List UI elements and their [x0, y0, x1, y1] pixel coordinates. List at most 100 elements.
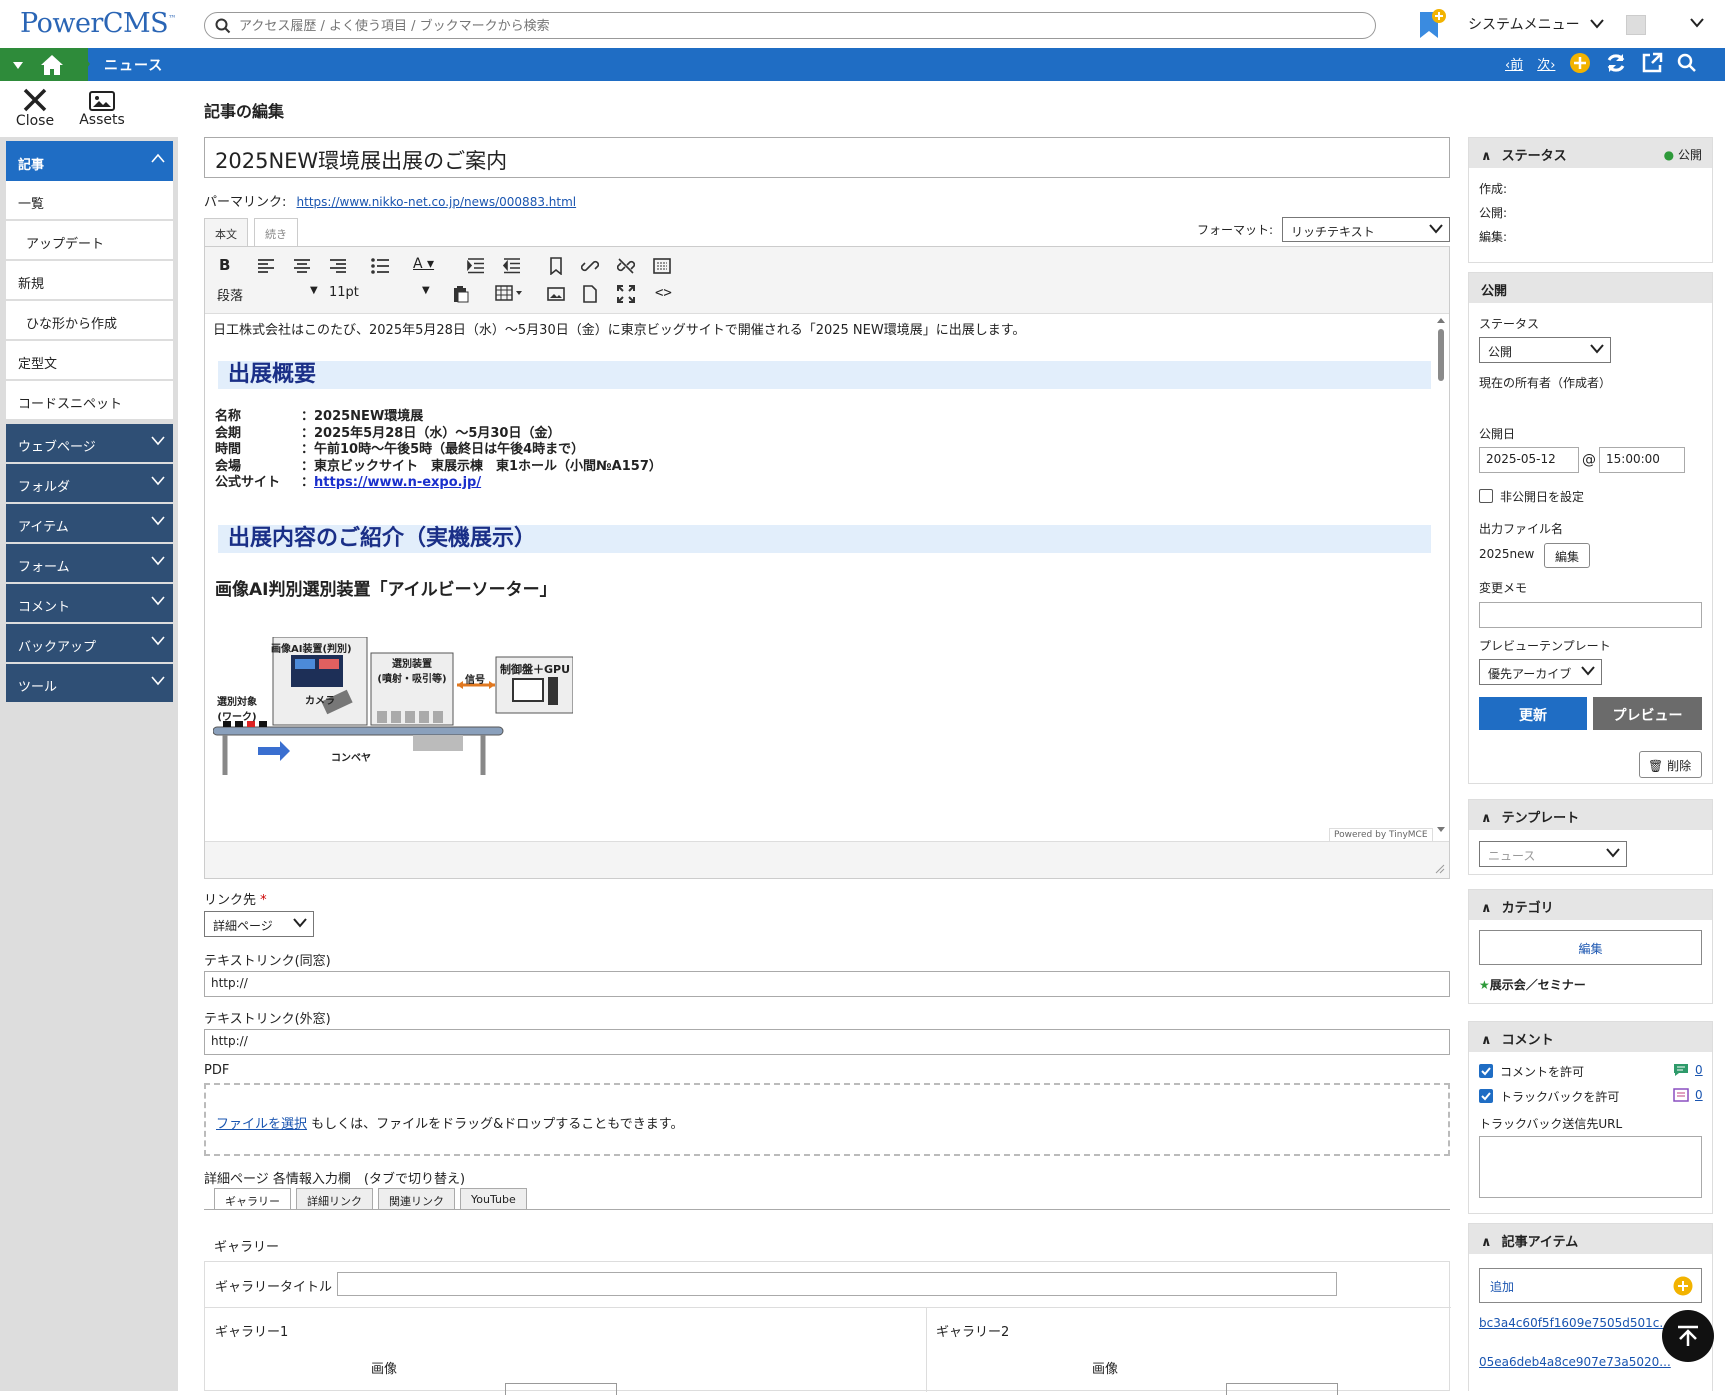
- avatar[interactable]: [1626, 15, 1646, 35]
- sidebar-section-entry[interactable]: 記事: [6, 141, 173, 181]
- editor-content[interactable]: 日工株式会社はこのたび、2025年5月28日（水）〜5月30日（金）に東京ビッグ…: [213, 319, 1431, 829]
- publish-time-input[interactable]: 15:00:00: [1599, 447, 1685, 473]
- entry-item-link[interactable]: bc3a4c60f5f1609e7505d501c...: [1479, 1316, 1671, 1330]
- editor-scrollbar[interactable]: [1435, 315, 1447, 835]
- breadcrumb[interactable]: ニュース: [104, 55, 163, 75]
- tab-body[interactable]: 本文: [204, 218, 248, 247]
- format-select[interactable]: リッチテキスト: [1282, 217, 1450, 242]
- sidebar-item-update[interactable]: アップデート: [6, 221, 173, 260]
- unpublish-date-checkbox[interactable]: [1479, 489, 1493, 503]
- status-panel-title: ステータス: [1501, 149, 1567, 164]
- back-to-top-button[interactable]: [1662, 1310, 1714, 1362]
- sidebar-item-boilerplate[interactable]: 定型文: [6, 341, 173, 380]
- caret-down-icon[interactable]: [12, 60, 24, 70]
- add-item-button[interactable]: 追加: [1479, 1268, 1702, 1303]
- trackback-url-textarea[interactable]: [1479, 1136, 1702, 1198]
- preview-button[interactable]: プレビュー: [1593, 697, 1702, 730]
- close-button[interactable]: Close: [5, 87, 65, 129]
- gallery-2-select-button[interactable]: [1226, 1383, 1338, 1395]
- next-link[interactable]: 次›: [1537, 54, 1555, 73]
- official-site-link[interactable]: https://www.n-expo.jp/: [314, 475, 481, 490]
- bookmark-add-icon[interactable]: [1418, 8, 1446, 40]
- refresh-icon[interactable]: [1605, 52, 1627, 74]
- paste-icon[interactable]: [453, 285, 469, 303]
- text-link-new-input[interactable]: http://: [204, 1029, 1450, 1055]
- fullscreen-icon[interactable]: [617, 285, 635, 303]
- sidebar-section-tools[interactable]: ツール: [6, 664, 173, 703]
- text-color-icon[interactable]: A ▾: [413, 256, 434, 272]
- output-file-edit-button[interactable]: 編集: [1544, 543, 1590, 568]
- comment-panel-header[interactable]: ∧ コメント: [1469, 1022, 1712, 1052]
- align-right-icon[interactable]: [329, 259, 347, 273]
- sidebar-item-from-template[interactable]: ひな形から作成: [6, 301, 173, 340]
- insert-image-icon[interactable]: [547, 287, 565, 301]
- bullet-list-icon[interactable]: [371, 258, 389, 274]
- sidebar-section-backup[interactable]: バックアップ: [6, 624, 173, 663]
- sidebar-section-form[interactable]: フォーム: [6, 544, 173, 583]
- text-link-same-input[interactable]: http://: [204, 971, 1450, 997]
- preview-template-select[interactable]: 優先アーカイブ: [1479, 659, 1602, 685]
- template-select[interactable]: ニュース: [1479, 841, 1627, 867]
- search-input[interactable]: [239, 16, 1339, 36]
- bookmark-anchor-icon[interactable]: [549, 257, 563, 275]
- external-link-icon[interactable]: [1641, 52, 1663, 74]
- add-new-icon[interactable]: [1569, 52, 1591, 74]
- special-char-icon[interactable]: [653, 258, 671, 274]
- align-center-icon[interactable]: [293, 259, 311, 273]
- update-button[interactable]: 更新: [1479, 697, 1587, 730]
- assets-button[interactable]: Assets: [72, 87, 132, 128]
- sidebar-item-new[interactable]: 新規: [6, 261, 173, 300]
- entry-title-input[interactable]: 2025NEW環境展出展のご案内: [204, 137, 1450, 178]
- user-menu-chevron-icon[interactable]: [1690, 18, 1704, 28]
- resize-handle-icon[interactable]: [1435, 864, 1445, 874]
- category-panel-header[interactable]: ∧ カテゴリ: [1469, 890, 1712, 920]
- permalink-link[interactable]: https://www.nikko-net.co.jp/news/000883.…: [297, 195, 577, 209]
- status-panel-header[interactable]: ∧ ステータス ● 公開: [1469, 138, 1712, 168]
- publish-date-input[interactable]: 2025-05-12: [1479, 447, 1579, 473]
- global-search[interactable]: [204, 12, 1376, 39]
- sidebar-section-item[interactable]: アイテム: [6, 504, 173, 543]
- gallery-1-select-button[interactable]: [505, 1383, 617, 1395]
- entry-items-panel-header[interactable]: ∧ 記事アイテム: [1469, 1224, 1712, 1254]
- prev-link[interactable]: ‹前: [1505, 54, 1523, 73]
- sidebar-section-comment[interactable]: コメント: [6, 584, 173, 623]
- allow-comment-checkbox[interactable]: [1479, 1064, 1493, 1078]
- change-memo-input[interactable]: [1479, 602, 1702, 628]
- gallery-title-input[interactable]: [337, 1272, 1337, 1296]
- table-icon[interactable]: [495, 285, 523, 301]
- category-edit-button[interactable]: 編集: [1479, 930, 1702, 965]
- font-size-select[interactable]: 11pt ▼: [329, 285, 430, 300]
- insert-file-icon[interactable]: [583, 285, 597, 303]
- tab-more[interactable]: 続き: [254, 218, 298, 247]
- allow-trackback-checkbox[interactable]: [1479, 1089, 1493, 1103]
- delete-button[interactable]: 🗑 削除: [1639, 751, 1702, 778]
- trackback-count[interactable]: 0: [1673, 1088, 1703, 1102]
- sidebar-item-code-snippet[interactable]: コードスニペット: [6, 381, 173, 420]
- unlink-icon[interactable]: [617, 257, 635, 275]
- publish-status-select[interactable]: 公開: [1479, 337, 1611, 363]
- link-icon[interactable]: [581, 257, 599, 275]
- link-target-select[interactable]: 詳細ページ: [204, 911, 314, 937]
- sidebar-item-list[interactable]: 一覧: [6, 181, 173, 220]
- comment-count[interactable]: 0: [1673, 1063, 1703, 1077]
- powercms-logo[interactable]: PowerCMS™: [20, 8, 176, 39]
- pdf-dropzone[interactable]: ファイルを選択 もしくは、ファイルをドラッグ&ドロップすることもできます。: [204, 1083, 1450, 1156]
- tab-youtube[interactable]: YouTube: [460, 1188, 527, 1210]
- sidebar-section-webpage[interactable]: ウェブページ: [6, 424, 173, 463]
- bold-icon[interactable]: B: [219, 256, 230, 274]
- outdent-icon[interactable]: [503, 258, 521, 274]
- entry-item-link[interactable]: 05ea6deb4a8ce907e73a5020...: [1479, 1355, 1671, 1369]
- align-left-icon[interactable]: [257, 259, 275, 273]
- template-panel-header[interactable]: ∧ テンプレート: [1469, 800, 1712, 830]
- indent-icon[interactable]: [467, 258, 485, 274]
- search-icon[interactable]: [1677, 53, 1697, 73]
- system-menu[interactable]: システムメニュー: [1468, 14, 1604, 34]
- home-icon[interactable]: [40, 54, 64, 76]
- tab-detail-link[interactable]: 詳細リンク: [296, 1188, 373, 1210]
- source-code-icon[interactable]: <>: [655, 285, 672, 301]
- sidebar-section-folder[interactable]: フォルダ: [6, 464, 173, 503]
- tab-gallery[interactable]: ギャラリー: [214, 1188, 291, 1210]
- tab-related-link[interactable]: 関連リンク: [378, 1188, 455, 1210]
- block-format-select[interactable]: 段落 ▼: [217, 285, 318, 304]
- choose-file-link[interactable]: ファイルを選択: [216, 1117, 307, 1132]
